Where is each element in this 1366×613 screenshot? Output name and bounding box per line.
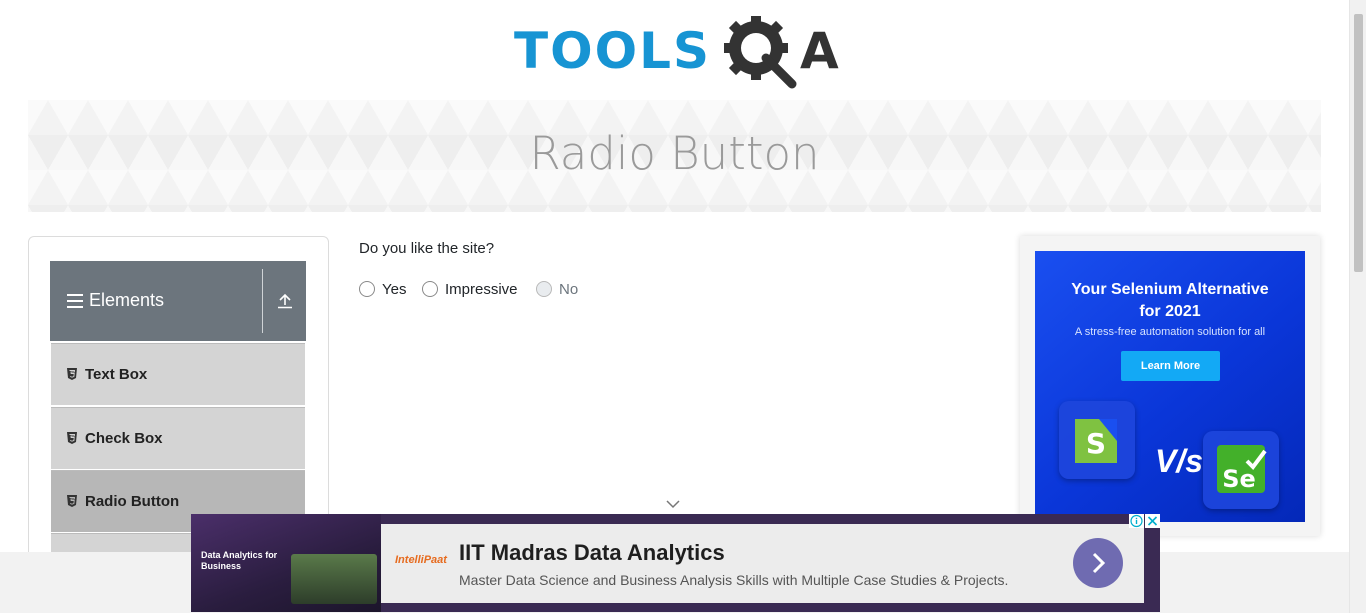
right-ad-container: Your Selenium Alternative for 2021 A str… [1020,236,1320,536]
radio-yes[interactable]: Yes [359,280,406,298]
selenium-icon: Se [1217,445,1267,493]
toolsqa-logo[interactable]: TOOLS A [514,14,840,92]
logo-text-a: A [800,22,839,80]
question-label: Do you like the site? [359,240,495,257]
radio-label: No [559,280,579,298]
html5-icon [67,368,77,380]
html5-icon [67,495,77,507]
sidebar-item-check-box[interactable]: Check Box [51,407,305,469]
page-banner: Radio Button [28,100,1321,212]
radio-circle[interactable] [359,281,375,297]
radio-label[interactable]: Yes [382,281,406,298]
logo-text: TOOLS [514,22,711,80]
ad-image-caption: Data Analytics for Business [201,550,278,571]
ad-image: Data Analytics for Business [191,514,381,612]
selenium-alternative-ad[interactable]: Your Selenium Alternative for 2021 A str… [1035,251,1305,522]
chevron-down-icon[interactable] [666,499,680,509]
close-icon [1147,516,1158,526]
ad-close-button[interactable] [1145,514,1160,528]
ad-title[interactable]: IIT Madras Data Analytics [459,540,725,566]
radio-circle[interactable] [422,281,438,297]
html5-icon [67,432,77,444]
header-divider [262,269,263,333]
page: TOOLS A Radio Button Elements Text Box C… [0,0,1366,613]
vertical-scrollbar[interactable] [1349,0,1366,613]
sidebar-group-title: Elements [89,290,165,310]
ad-headline-line2: for 2021 [1139,303,1201,320]
scrollbar-thumb[interactable] [1354,14,1363,272]
sidebar-item-text-box[interactable]: Text Box [51,343,305,405]
vs-text: V/s [1155,443,1204,479]
page-title: Radio Button [529,127,820,180]
ad-brand-logo: IntelliPaat [395,554,447,566]
hamburger-icon [67,294,83,308]
katalon-icon: S [1075,419,1117,463]
arrow-right-icon [1092,552,1106,574]
ad-subtext: A stress-free automation solution for al… [1074,326,1266,338]
gear-search-icon [724,16,797,89]
ad-info-button[interactable] [1129,514,1144,528]
ad-go-button[interactable] [1073,538,1123,588]
radio-label[interactable]: Impressive [445,281,518,298]
sidebar-item-label: Check Box [85,430,163,447]
ad-description: Master Data Science and Business Analysi… [459,572,1009,588]
upload-icon [278,293,292,309]
collapse-button[interactable] [264,261,306,341]
ad-headline: Your Selenium Alternative for 2021 [1035,279,1305,323]
radio-impressive[interactable]: Impressive [422,280,518,298]
ad-card[interactable]: IntelliPaat IIT Madras Data Analytics Ma… [381,524,1144,603]
sidebar-item-label: Text Box [85,366,148,383]
learn-more-button[interactable]: Learn More [1121,351,1220,381]
katalon-logo-tile: S [1059,401,1135,479]
bottom-banner-ad[interactable]: Data Analytics for Business IntelliPaat … [191,514,1160,612]
radio-no: No [536,280,578,298]
sidebar-item-label: Radio Button [85,493,180,510]
svg-text:S: S [1086,427,1106,460]
radio-circle [536,281,552,297]
campus-image [291,554,377,604]
ad-headline-line1: Your Selenium Alternative [1071,281,1269,298]
svg-text:Se: Se [1222,465,1256,493]
info-icon [1130,514,1143,528]
sidebar-group-elements[interactable]: Elements [50,261,306,341]
selenium-logo-tile: Se [1203,431,1279,509]
